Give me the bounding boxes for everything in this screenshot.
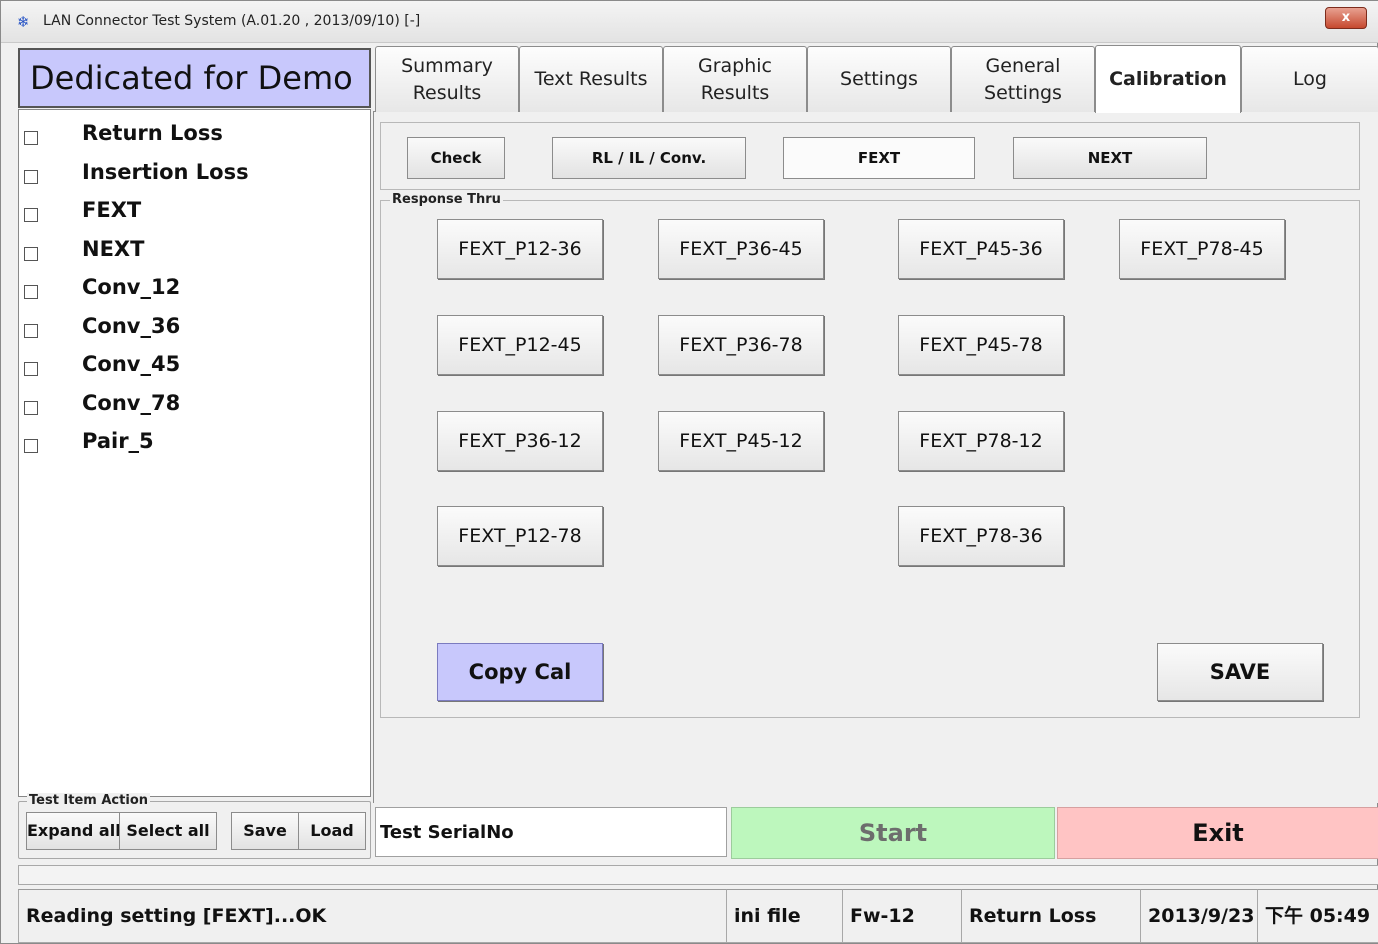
expand-all-button[interactable]: Expand all — [26, 812, 121, 850]
test-item-conv-36[interactable]: Conv_36 — [18, 308, 358, 346]
exit-button[interactable]: Exit — [1057, 807, 1378, 859]
response-thru-legend: Response Thru — [390, 192, 503, 207]
close-window-button[interactable]: x — [1325, 7, 1367, 29]
test-item-checkbox[interactable] — [24, 285, 38, 299]
progress-bar — [18, 865, 1378, 885]
tab-label: Calibration — [1109, 68, 1227, 90]
tab-summary-results[interactable]: Summary Results — [375, 46, 519, 112]
tab-text-results[interactable]: Text Results — [519, 46, 663, 112]
fext-p12-36-button[interactable]: FEXT_P12-36 — [437, 219, 603, 279]
tab-label: Log — [1293, 68, 1327, 90]
fext-p78-12-button[interactable]: FEXT_P78-12 — [898, 411, 1064, 471]
status-config-file: ini file — [726, 889, 843, 943]
test-item-label: Return Loss — [82, 121, 223, 145]
save-calibration-button[interactable]: SAVE — [1157, 643, 1323, 701]
fext-p45-36-button[interactable]: FEXT_P45-36 — [898, 219, 1064, 279]
test-item-fext[interactable]: FEXT — [18, 192, 358, 230]
subtab-fext[interactable]: FEXT — [783, 137, 975, 179]
test-item-checkbox[interactable] — [24, 247, 38, 261]
test-item-action-group: Test Item Action Expand all Select all S… — [18, 793, 371, 859]
test-item-conv-12[interactable]: Conv_12 — [18, 269, 358, 307]
save-items-button[interactable]: Save — [231, 812, 299, 850]
status-current-test: Return Loss — [961, 889, 1141, 943]
tab-label: Graphic Results — [697, 54, 772, 104]
test-item-checkbox[interactable] — [24, 401, 38, 415]
copy-cal-button[interactable]: Copy Cal — [437, 643, 603, 701]
test-item-next[interactable]: NEXT — [18, 231, 358, 269]
test-item-checkbox[interactable] — [24, 208, 38, 222]
test-item-insertion-loss[interactable]: Insertion Loss — [18, 154, 358, 192]
tab-graphic-results[interactable]: Graphic Results — [663, 46, 807, 112]
status-bar: Reading setting [FEXT]...OK ini file Fw-… — [18, 889, 1378, 943]
test-item-label: NEXT — [82, 237, 145, 261]
select-all-button[interactable]: Select all — [119, 812, 217, 850]
serial-number-input[interactable] — [375, 807, 727, 857]
test-item-conv-78[interactable]: Conv_78 — [18, 385, 358, 423]
main-window: ❄ LAN Connector Test System (A.01.20 , 2… — [0, 0, 1378, 944]
tab-label: Summary Results — [401, 54, 493, 104]
subtab-check[interactable]: Check — [407, 137, 505, 179]
test-item-label: Conv_78 — [82, 391, 181, 415]
test-item-label: Insertion Loss — [82, 160, 249, 184]
test-item-label: Conv_36 — [82, 314, 181, 338]
test-item-checkbox[interactable] — [24, 324, 38, 338]
status-time: 下午 05:49 — [1257, 889, 1378, 943]
demo-header: Dedicated for Demo — [18, 48, 371, 108]
test-item-checkbox[interactable] — [24, 170, 38, 184]
test-item-pair-5[interactable]: Pair_5 — [18, 423, 358, 461]
subtab-rl-il-conv[interactable]: RL / IL / Conv. — [552, 137, 746, 179]
test-item-return-loss[interactable]: Return Loss — [18, 115, 358, 153]
start-button[interactable]: Start — [731, 807, 1055, 859]
test-item-action-legend: Test Item Action — [27, 793, 150, 808]
app-logo-icon: ❄ — [17, 13, 30, 31]
window-title: LAN Connector Test System (A.01.20 , 201… — [43, 13, 421, 29]
status-date: 2013/9/23 — [1140, 889, 1258, 943]
test-item-conv-45[interactable]: Conv_45 — [18, 346, 358, 384]
status-firmware: Fw-12 — [842, 889, 962, 943]
fext-p12-78-button[interactable]: FEXT_P12-78 — [437, 506, 603, 566]
tab-label: Settings — [840, 68, 918, 90]
fext-p45-78-button[interactable]: FEXT_P45-78 — [898, 315, 1064, 375]
fext-p78-36-button[interactable]: FEXT_P78-36 — [898, 506, 1064, 566]
title-bar: ❄ LAN Connector Test System (A.01.20 , 2… — [1, 1, 1378, 43]
tab-calibration[interactable]: Calibration — [1095, 45, 1241, 113]
fext-p36-78-button[interactable]: FEXT_P36-78 — [658, 315, 824, 375]
tab-label: General Settings — [984, 54, 1062, 104]
fext-p12-45-button[interactable]: FEXT_P12-45 — [437, 315, 603, 375]
load-items-button[interactable]: Load — [298, 812, 366, 850]
test-item-checkbox[interactable] — [24, 362, 38, 376]
test-item-label: Conv_12 — [82, 275, 181, 299]
test-item-checkbox[interactable] — [24, 131, 38, 145]
subtab-next[interactable]: NEXT — [1013, 137, 1207, 179]
fext-p36-12-button[interactable]: FEXT_P36-12 — [437, 411, 603, 471]
fext-p36-45-button[interactable]: FEXT_P36-45 — [658, 219, 824, 279]
fext-p45-12-button[interactable]: FEXT_P45-12 — [658, 411, 824, 471]
status-message: Reading setting [FEXT]...OK — [18, 889, 727, 943]
test-item-checkbox[interactable] — [24, 439, 38, 453]
test-item-label: Conv_45 — [82, 352, 181, 376]
test-item-label: FEXT — [82, 198, 142, 222]
tab-label: Text Results — [534, 68, 648, 90]
tab-log[interactable]: Log — [1241, 46, 1378, 112]
tab-settings[interactable]: Settings — [807, 46, 951, 112]
fext-p78-45-button[interactable]: FEXT_P78-45 — [1119, 219, 1285, 279]
tab-general-settings[interactable]: General Settings — [951, 46, 1095, 112]
test-item-label: Pair_5 — [82, 429, 154, 453]
